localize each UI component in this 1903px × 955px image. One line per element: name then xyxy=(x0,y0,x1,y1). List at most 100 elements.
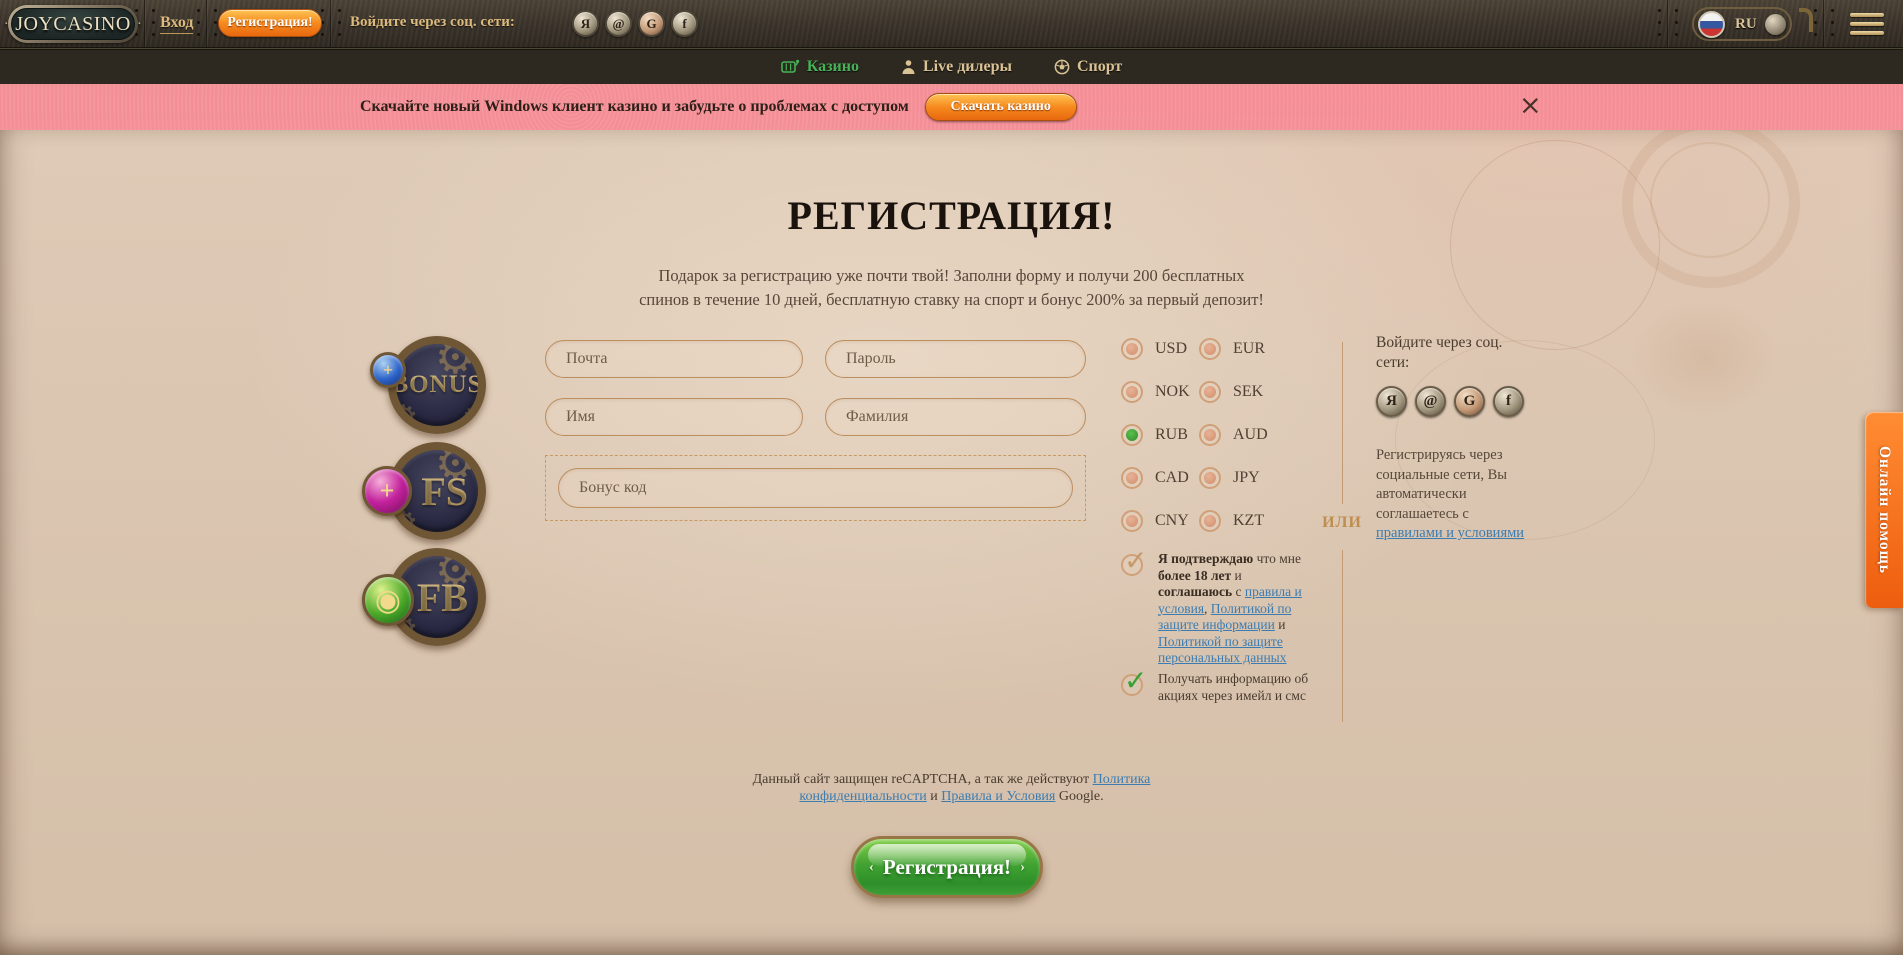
currency-label: CAD xyxy=(1155,469,1199,487)
login-link[interactable]: Вход xyxy=(160,14,193,34)
personal-data-policy-link[interactable]: Политикой по защите персональных данных xyxy=(1158,634,1287,666)
currency-label: RUB xyxy=(1155,426,1199,444)
terms-checkbox[interactable]: ✓ xyxy=(1121,554,1143,576)
register-submit-button[interactable]: ‹ Регистрация! › xyxy=(851,836,1043,898)
radio-kzt[interactable] xyxy=(1199,510,1221,532)
side-social-title: Войдите через соц. сети: xyxy=(1376,333,1536,373)
nav-casino-label: Казино xyxy=(807,58,859,76)
first-name-field[interactable] xyxy=(545,398,803,436)
facebook-icon[interactable]: f xyxy=(1493,386,1524,417)
nav-live-dealers[interactable]: Live дилеры xyxy=(901,58,1012,76)
language-selector[interactable]: RU xyxy=(1692,7,1792,41)
currency-label: JPY xyxy=(1233,469,1260,487)
screws xyxy=(1675,9,1678,12)
promo-optin-text: Получать информацию об акциях через имей… xyxy=(1158,671,1310,704)
mailru-icon[interactable]: @ xyxy=(1415,386,1446,417)
side-social-buttons: Я @ G f xyxy=(1376,386,1524,417)
email-field[interactable] xyxy=(545,340,803,378)
or-label: ИЛИ xyxy=(1308,514,1376,532)
google-icon[interactable]: G xyxy=(638,10,665,37)
freebet-orb-icon: ◉ xyxy=(362,574,414,626)
bonus-orb-icon: + xyxy=(370,352,406,388)
logo[interactable]: JOYCASINO xyxy=(8,5,138,43)
screws xyxy=(152,9,155,12)
screws xyxy=(135,9,138,12)
google-terms-link[interactable]: Правила и Условия xyxy=(941,789,1055,804)
right-arrow-icon: › xyxy=(1020,859,1025,876)
yandex-icon[interactable]: Я xyxy=(572,10,599,37)
pipe-decoration xyxy=(1799,8,1813,32)
language-code: RU xyxy=(1735,16,1757,33)
close-icon[interactable]: × xyxy=(1519,90,1542,122)
dealer-icon xyxy=(901,59,916,75)
terms-bold: Я подтверждаю xyxy=(1158,551,1253,566)
divider xyxy=(1667,0,1668,47)
currency-label: EUR xyxy=(1233,340,1265,358)
screws xyxy=(338,9,341,12)
mailru-icon[interactable]: @ xyxy=(605,10,632,37)
banner-text: Скачайте новый Windows клиент казино и з… xyxy=(360,98,909,116)
badge-label: BONUS xyxy=(396,344,478,426)
terms-bold: соглашаюсь xyxy=(1158,584,1232,599)
radio-nok[interactable] xyxy=(1121,381,1143,403)
divider xyxy=(144,0,145,47)
currency-label: AUD xyxy=(1233,426,1268,444)
freespins-badge: ⚙ ⚙ FS + xyxy=(362,440,490,544)
header: JOYCASINO Вход Регистрация! Войдите чере… xyxy=(0,0,1903,48)
currency-row: USD EUR xyxy=(1121,338,1268,360)
radio-eur[interactable] xyxy=(1199,338,1221,360)
nav-sport[interactable]: Спорт xyxy=(1054,58,1122,76)
joycasino-registration-page: JOYCASINO Вход Регистрация! Войдите чере… xyxy=(0,0,1903,955)
radio-cad[interactable] xyxy=(1121,467,1143,489)
side-social-note: Регистрируясь через социальные сети, Вы … xyxy=(1376,446,1534,544)
radio-aud[interactable] xyxy=(1199,424,1221,446)
password-field[interactable] xyxy=(825,340,1086,378)
page-title: РЕГИСТРАЦИЯ! xyxy=(0,192,1903,239)
divider xyxy=(1823,0,1824,47)
main-nav: Казино Live дилеры Спорт xyxy=(0,48,1903,84)
slot-machine-icon xyxy=(781,59,800,75)
google-icon[interactable]: G xyxy=(1454,386,1485,417)
bonus-badges: ⚙ ⚙ ⚙ BONUS + ⚙ ⚙ FS + ⚙ ⚙ FB xyxy=(362,334,490,652)
subtitle-line-2: спинов в течение 10 дней, бесплатную ста… xyxy=(0,288,1903,312)
promo-checkbox[interactable]: ✓ xyxy=(1121,674,1143,696)
chevron-down-icon[interactable] xyxy=(1765,14,1786,35)
logo-text: JOYCASINO xyxy=(11,8,135,40)
screws xyxy=(214,9,217,12)
screws xyxy=(1814,9,1817,12)
currency-label: USD xyxy=(1155,340,1199,358)
bonus-code-field[interactable] xyxy=(558,468,1073,508)
radio-usd[interactable] xyxy=(1121,338,1143,360)
header-social-buttons: Я @ G f xyxy=(572,10,698,37)
checkmark-icon: ✓ xyxy=(1124,544,1147,577)
last-name-field[interactable] xyxy=(825,398,1086,436)
facebook-icon[interactable]: f xyxy=(671,10,698,37)
download-casino-button[interactable]: Скачать казино xyxy=(925,93,1077,121)
subtitle-line-1: Подарок за регистрацию уже почти твой! З… xyxy=(0,264,1903,288)
radio-cny[interactable] xyxy=(1121,510,1143,532)
currency-label: CNY xyxy=(1155,512,1199,530)
terms-text: Я подтверждаю что мне более 18 лет и сог… xyxy=(1158,551,1302,667)
vertical-divider xyxy=(1342,550,1343,722)
russia-flag-icon xyxy=(1698,11,1725,38)
page-subtitle: Подарок за регистрацию уже почти твой! З… xyxy=(0,264,1903,312)
currency-label: NOK xyxy=(1155,383,1199,401)
screws xyxy=(321,9,324,12)
header-register-button[interactable]: Регистрация! xyxy=(218,9,322,37)
badge-face: ⚙ ⚙ ⚙ BONUS xyxy=(388,336,486,434)
radio-jpy[interactable] xyxy=(1199,467,1221,489)
divider xyxy=(330,0,331,47)
vertical-divider xyxy=(1342,342,1343,504)
nav-casino[interactable]: Казино xyxy=(781,58,859,76)
side-terms-link[interactable]: правилами и условиями xyxy=(1376,525,1524,541)
left-arrow-icon: ‹ xyxy=(869,859,874,876)
radio-sek[interactable] xyxy=(1199,381,1221,403)
nav-sport-label: Спорт xyxy=(1077,58,1122,76)
screws xyxy=(1658,9,1661,12)
radio-rub[interactable] xyxy=(1121,424,1143,446)
yandex-icon[interactable]: Я xyxy=(1376,386,1407,417)
currency-options: USD EUR NOK SEK RUB AUD CAD JPY xyxy=(1121,338,1268,553)
banner-content: Скачайте новый Windows клиент казино и з… xyxy=(360,84,1077,130)
menu-icon[interactable] xyxy=(1850,13,1884,35)
online-help-tab[interactable]: Онлайн помощь xyxy=(1865,412,1903,608)
